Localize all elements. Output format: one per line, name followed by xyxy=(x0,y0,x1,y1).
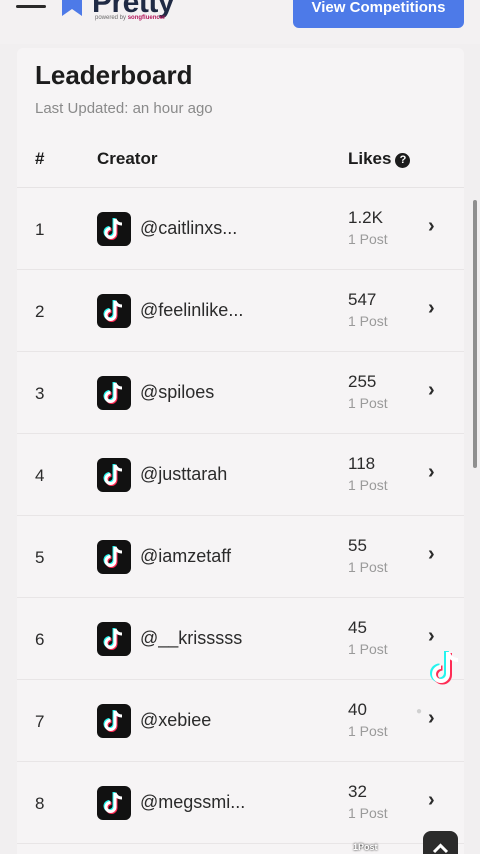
row-rank: 7 xyxy=(35,712,45,731)
table-row[interactable]: 1 @caitlinxs... 1.2K 1 Post › xyxy=(17,188,464,270)
hamburger-icon[interactable] xyxy=(16,0,46,14)
row-creator[interactable]: @caitlinxs... xyxy=(140,218,237,239)
table-header: # Creator Likes? xyxy=(17,136,464,188)
row-rank: 3 xyxy=(35,384,45,403)
page-title: Leaderboard xyxy=(35,60,193,90)
chevron-right-icon[interactable]: › xyxy=(428,707,435,730)
tiktok-icon xyxy=(97,786,131,820)
column-likes-label: Likes xyxy=(348,149,392,168)
row-creator[interactable]: @megssmi... xyxy=(140,792,245,813)
row-rank: 1 xyxy=(35,220,45,239)
row-likes: 255 xyxy=(348,372,377,391)
scroll-top-button[interactable] xyxy=(423,831,458,854)
post-overlay-label: 1Post xyxy=(353,842,378,852)
table-row[interactable]: 7 @xebiee 40 1 Post › xyxy=(17,680,464,762)
chevron-right-icon[interactable]: › xyxy=(428,297,435,320)
tiktok-icon xyxy=(97,376,131,410)
row-posts: 1 Post xyxy=(348,805,388,821)
chevron-right-icon[interactable]: › xyxy=(428,379,435,402)
row-creator[interactable]: @__krisssss xyxy=(140,628,242,649)
row-rank: 5 xyxy=(35,548,45,567)
row-posts: 1 Post xyxy=(348,313,388,329)
chevron-right-icon[interactable]: › xyxy=(428,215,435,238)
table-row[interactable]: 4 @justtarah 118 1 Post › xyxy=(17,434,464,516)
top-bar: Pretty powered by songfluencer View Comp… xyxy=(0,0,480,44)
tiktok-icon xyxy=(97,458,131,492)
row-rank: 4 xyxy=(35,466,45,485)
chevron-right-icon[interactable]: › xyxy=(428,625,435,648)
row-posts: 1 Post xyxy=(348,477,388,493)
row-likes: 45 xyxy=(348,618,367,637)
chevron-right-icon[interactable]: › xyxy=(428,461,435,484)
row-posts: 1 Post xyxy=(348,231,388,247)
row-likes: 547 xyxy=(348,290,377,309)
watermark-user-icon: ● xyxy=(416,706,423,717)
view-competitions-button[interactable]: View Competitions xyxy=(293,0,464,28)
row-creator[interactable]: @justtarah xyxy=(140,464,227,485)
column-creator: Creator xyxy=(97,149,158,168)
tiktok-icon xyxy=(97,294,131,328)
column-likes[interactable]: Likes? xyxy=(348,149,411,169)
last-updated-text: Last Updated: an hour ago xyxy=(35,100,213,117)
row-creator[interactable]: @feelinlike... xyxy=(140,300,243,321)
table-row[interactable]: 8 @megssmi... 32 1 Post › xyxy=(17,762,464,844)
row-posts: 1 Post xyxy=(348,641,388,657)
tiktok-watermark-icon xyxy=(430,651,459,685)
row-likes: 32 xyxy=(348,782,367,801)
row-likes: 118 xyxy=(348,454,376,473)
tiktok-icon xyxy=(97,622,131,656)
chevron-right-icon[interactable]: › xyxy=(428,789,435,812)
scrollbar[interactable] xyxy=(473,200,477,468)
chevron-right-icon[interactable]: › xyxy=(428,543,435,566)
table-row[interactable]: 3 @spiloes 255 1 Post › xyxy=(17,352,464,434)
row-rank: 8 xyxy=(35,794,45,813)
row-rank: 2 xyxy=(35,302,45,321)
row-likes: 40 xyxy=(348,700,367,719)
tiktok-icon xyxy=(97,540,131,574)
row-likes: 1.2K xyxy=(348,208,383,227)
bookmark-flag-icon xyxy=(62,0,82,16)
logo-sub-brand: songfluencer xyxy=(127,15,166,21)
row-creator[interactable]: @xebiee xyxy=(140,710,211,731)
row-posts: 1 Post xyxy=(348,723,388,739)
question-circle-icon[interactable]: ? xyxy=(395,153,411,168)
tiktok-icon xyxy=(97,704,131,738)
table-row[interactable]: 6 @__krisssss 45 1 Post › xyxy=(17,598,464,680)
table-row[interactable]: 5 @iamzetaff 55 1 Post › xyxy=(17,516,464,598)
logo-sub-prefix: powered by xyxy=(95,15,127,21)
row-creator[interactable]: @spiloes xyxy=(140,382,214,403)
column-rank: # xyxy=(35,149,45,168)
logo-subtitle: powered by songfluencer xyxy=(95,15,165,21)
row-posts: 1 Post xyxy=(348,395,388,411)
row-likes: 55 xyxy=(348,536,367,555)
tiktok-icon xyxy=(97,212,131,246)
chevron-up-icon xyxy=(432,843,449,854)
row-rank: 6 xyxy=(35,630,45,649)
row-creator[interactable]: @iamzetaff xyxy=(140,546,231,567)
table-row[interactable]: 2 @feelinlike... 547 1 Post › xyxy=(17,270,464,352)
row-posts: 1 Post xyxy=(348,559,388,575)
